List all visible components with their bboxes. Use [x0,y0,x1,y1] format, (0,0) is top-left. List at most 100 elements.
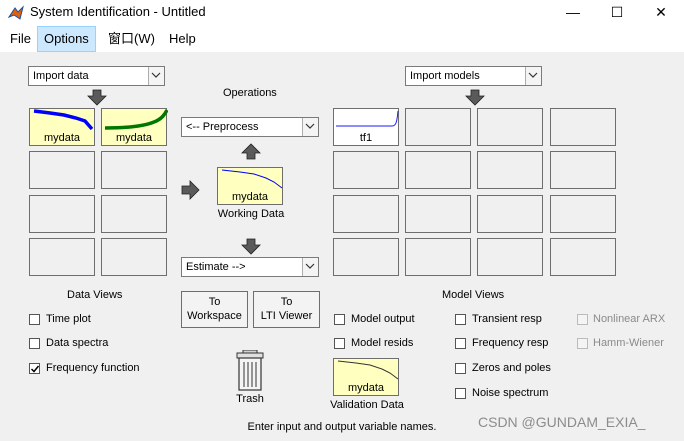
trash-label: Trash [236,393,264,405]
model-slot-empty[interactable] [405,108,471,146]
model-slot-empty[interactable] [477,238,543,276]
nonlinear-arx-label: Nonlinear ARX [593,313,666,325]
arrow-up-icon [241,143,261,160]
estimate-select[interactable]: Estimate --> [181,257,319,277]
model-slot-empty[interactable] [405,238,471,276]
data-slot-empty[interactable] [101,151,167,189]
data-slot-empty[interactable] [101,238,167,276]
validation-data-icon[interactable]: mydata [333,358,399,396]
model-output-checkbox[interactable] [334,314,345,325]
chevron-down-icon [302,258,318,276]
to-lti-viewer-line2: LTI Viewer [260,310,313,322]
to-lti-viewer-button[interactable]: To LTI Viewer [253,291,320,328]
to-workspace-line1: To [208,296,221,308]
model-slot-empty[interactable] [550,108,616,146]
data-spectra-checkbox[interactable] [29,338,40,349]
chevron-down-icon [148,67,164,85]
model-slot-empty[interactable] [550,195,616,233]
model-slot-empty[interactable] [405,151,471,189]
time-plot-label: Time plot [46,313,91,325]
data-spectra-label: Data spectra [46,337,109,349]
arrow-down-icon [241,238,261,255]
data-curve [33,109,94,131]
model-icon-tf1[interactable]: tf1 [333,108,399,146]
maximize-button[interactable]: ☐ [594,0,640,26]
import-data-value: Import data [33,70,89,82]
model-views-title: Model Views [442,289,505,301]
hamm-wiener-checkbox[interactable] [577,338,588,349]
working-data-label: Working Data [217,208,285,220]
to-workspace-button[interactable]: To Workspace [181,291,248,328]
data-slot-empty[interactable] [29,195,95,233]
window-title: System Identification - Untitled [30,4,206,19]
model-slot-empty[interactable] [477,108,543,146]
data-curve [221,169,283,189]
frequency-resp-checkbox[interactable] [455,338,466,349]
model-slot-empty[interactable] [333,195,399,233]
data-curve [337,360,399,380]
noise-spectrum-label: Noise spectrum [472,387,549,399]
model-slot-empty[interactable] [550,238,616,276]
frequency-resp-label: Frequency resp [472,337,549,349]
frequency-function-label: Frequency function [46,362,140,374]
model-slot-empty[interactable] [405,195,471,233]
close-button[interactable]: ✕ [638,0,684,26]
import-models-value: Import models [410,70,480,82]
validation-data-label: Validation Data [330,399,404,411]
import-data-select[interactable]: Import data [28,66,165,86]
zeros-poles-label: Zeros and poles [472,362,551,374]
preprocess-value: <-- Preprocess [186,121,259,133]
menu-options[interactable]: Options [37,26,96,52]
preprocess-select[interactable]: <-- Preprocess [181,117,319,137]
zeros-poles-checkbox[interactable] [455,363,466,374]
arrow-down-icon [465,89,485,106]
model-icon-label: tf1 [359,132,373,144]
validation-data-name: mydata [347,382,385,394]
chevron-down-icon [302,118,318,136]
minimize-button[interactable]: — [550,0,596,26]
check-icon [30,365,40,373]
data-icon-mydata-2[interactable]: mydata [101,108,168,146]
model-slot-empty[interactable] [477,151,543,189]
data-slot-empty[interactable] [29,151,95,189]
transient-resp-label: Transient resp [472,313,542,325]
nonlinear-arx-checkbox[interactable] [577,314,588,325]
data-curve [104,109,168,130]
status-text: Enter input and output variable names. [247,421,437,433]
menu-window[interactable]: 窗口(W) [102,26,161,52]
model-slot-empty[interactable] [333,238,399,276]
data-views-title: Data Views [67,289,123,301]
data-slot-empty[interactable] [29,238,95,276]
time-plot-checkbox[interactable] [29,314,40,325]
hamm-wiener-label: Hamm-Wiener [593,337,664,349]
noise-spectrum-checkbox[interactable] [455,388,466,399]
model-resids-label: Model resids [351,337,414,349]
model-output-label: Model output [351,313,415,325]
arrow-down-icon [87,89,107,106]
data-slot-empty[interactable] [101,195,167,233]
operations-title: Operations [223,87,277,99]
watermark: CSDN @GUNDAM_EXIA_ [478,414,646,430]
working-data-name: mydata [231,191,269,203]
import-models-select[interactable]: Import models [405,66,542,86]
model-slot-empty[interactable] [477,195,543,233]
model-resids-checkbox[interactable] [334,338,345,349]
menu-file[interactable]: File [4,26,37,52]
model-curve [336,110,399,127]
menu-help[interactable]: Help [163,26,202,52]
data-icon-label: mydata [115,132,153,144]
transient-resp-checkbox[interactable] [455,314,466,325]
estimate-value: Estimate --> [186,261,246,273]
model-slot-empty[interactable] [333,151,399,189]
chevron-down-icon [525,67,541,85]
arrow-right-icon [181,180,200,200]
to-workspace-line2: Workspace [187,310,242,322]
data-icon-label: mydata [43,132,81,144]
trash-icon[interactable] [235,350,265,392]
working-data-icon[interactable]: mydata [217,167,283,205]
to-lti-viewer-line1: To [280,296,293,308]
model-slot-empty[interactable] [550,151,616,189]
matlab-app-icon [8,5,24,20]
frequency-function-checkbox[interactable] [29,363,40,374]
data-icon-mydata-1[interactable]: mydata [29,108,95,146]
